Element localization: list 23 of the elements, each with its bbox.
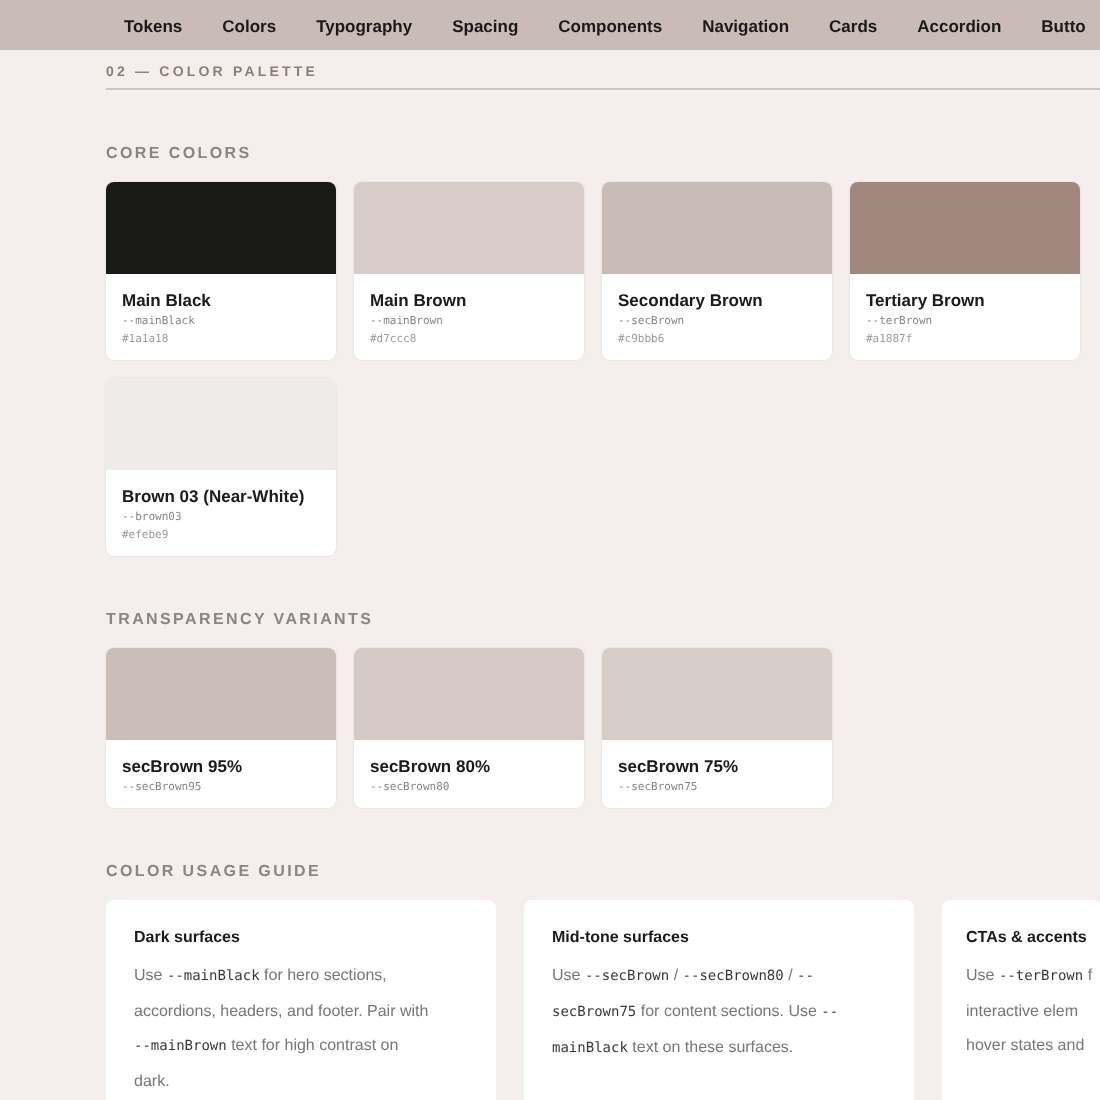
nav-link[interactable]: Accordion (917, 15, 1002, 35)
section-heading: CORE COLORS (106, 144, 254, 162)
nav-link[interactable]: Navigation (702, 15, 790, 35)
nav-link[interactable]: Butto (1041, 15, 1086, 35)
color-name: secBrown 75% (618, 756, 740, 776)
color-name: secBrown 80% (370, 756, 492, 776)
section-heading: TRANSPARENCY VARIANTS (106, 610, 376, 628)
nav-link[interactable]: Components (558, 15, 663, 35)
nav-link[interactable]: Cards (829, 15, 878, 35)
color-name: Secondary Brown (618, 290, 765, 310)
guide-title: CTAs & accents (966, 928, 1089, 946)
guide-title: Mid-tone surfaces (552, 928, 691, 946)
color-name: Main Brown (370, 290, 469, 310)
color-name: Tertiary Brown (866, 290, 987, 310)
guide-title: Dark surfaces (134, 928, 242, 946)
color-name: secBrown 95% (122, 756, 244, 776)
nav-link[interactable]: Tokens (124, 15, 183, 35)
nav-link[interactable]: Colors (222, 15, 277, 35)
section-heading: COLOR USAGE GUIDE (106, 862, 324, 880)
color-name: Main Black (122, 290, 213, 310)
nav-link[interactable]: Typography (316, 15, 413, 35)
nav-link[interactable]: Spacing (452, 15, 519, 35)
color-name: Brown 03 (Near-White) (122, 486, 307, 506)
